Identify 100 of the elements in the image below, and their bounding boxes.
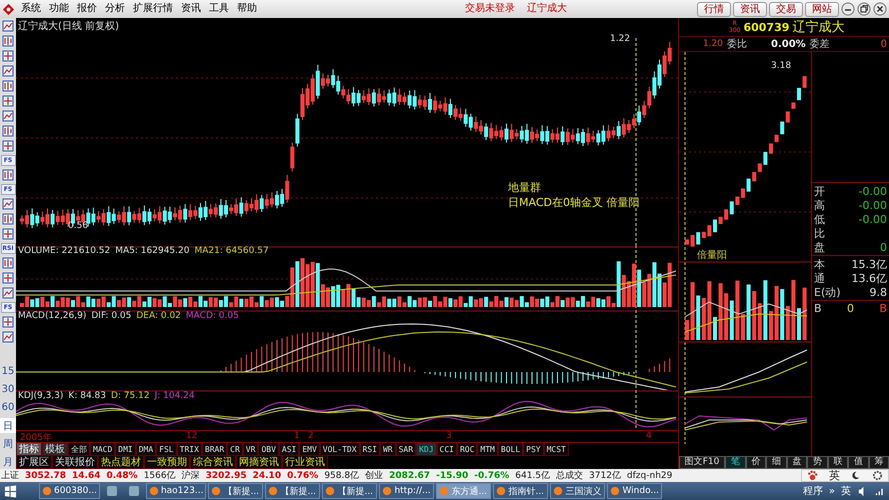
extension-tab[interactable]: 一致预期 (144, 456, 190, 469)
chart-tool-icon[interactable] (2, 228, 14, 240)
menu-item[interactable]: 报价 (77, 3, 97, 15)
detail-tab[interactable]: 细 (766, 456, 787, 469)
indicator-tab[interactable]: DMI (115, 443, 136, 456)
extension-tab[interactable]: 综合资讯 (190, 456, 236, 469)
chart-tool-icon[interactable] (2, 65, 14, 77)
chart-tool-icon[interactable] (2, 331, 14, 343)
indicator-tab[interactable]: BOLL (498, 443, 524, 456)
menu-item[interactable]: 工具 (209, 3, 229, 15)
minimize-icon[interactable] (841, 2, 855, 16)
detail-tab[interactable]: 图文F10 (679, 456, 726, 469)
extension-tab[interactable]: 网摘资讯 (236, 456, 282, 469)
tray-label[interactable]: 程序 (802, 484, 823, 498)
extension-tab[interactable]: 行业资讯 (282, 456, 328, 469)
chart-tool-icon[interactable] (2, 287, 14, 299)
start-icon[interactable] (4, 484, 17, 498)
chart-tool-icon[interactable] (2, 80, 14, 92)
chart-tool-icon[interactable] (2, 169, 14, 181)
menu-item[interactable]: 帮助 (237, 3, 257, 15)
chart-tool-icon[interactable] (2, 125, 14, 137)
taskbar-item[interactable]: 【新提... (322, 483, 378, 499)
chart-tool-icon[interactable] (2, 316, 14, 328)
taskbar-item[interactable]: 指南针... (493, 483, 548, 499)
detail-tab[interactable]: 值 (848, 456, 869, 469)
extension-tab[interactable]: 扩展区 (16, 456, 52, 469)
indicator-tab[interactable]: FSL (156, 443, 177, 456)
app-icon[interactable] (104, 484, 119, 498)
detail-tab[interactable]: 笔 (725, 456, 746, 469)
indicator-tab[interactable]: ROC (456, 443, 478, 456)
nav-button[interactable]: 行情 (697, 2, 731, 16)
indicator-tab[interactable]: BRAR (202, 443, 228, 456)
indicator-tab[interactable]: ASI (278, 443, 300, 456)
indicator-tab[interactable]: SAR (396, 443, 416, 456)
indicator-tab[interactable]: MCST (544, 443, 569, 456)
detail-tab[interactable]: 价 (746, 456, 766, 469)
indicator-tab[interactable]: VR (242, 443, 258, 456)
extension-tab[interactable]: 关联报价 (52, 456, 98, 469)
market-index-text: 创业 (365, 470, 384, 482)
chart-tool-icon[interactable] (2, 35, 14, 47)
detail-tab[interactable]: 盘 (786, 456, 808, 469)
extension-tab[interactable]: 热点题材 (98, 456, 144, 469)
market-index-text: 0.48% (106, 470, 138, 480)
input-method-bar[interactable]: 英 (801, 469, 889, 482)
tray-label[interactable]: 英 (841, 484, 851, 498)
app-icon[interactable] (126, 484, 141, 498)
indicator-tab[interactable]: KDJ (416, 443, 437, 456)
indicator-tab[interactable]: EMV (299, 443, 320, 456)
menu-item[interactable]: 资讯 (181, 3, 201, 15)
menu-item[interactable]: 扩展行情 (133, 3, 173, 15)
taskbar-item[interactable]: 【新提... (265, 483, 320, 499)
restore-icon[interactable] (857, 2, 871, 16)
indicator-tab[interactable]: MACD (90, 443, 116, 456)
quote-field-value: -0.00 (858, 212, 887, 226)
volume-label: VOLUME: 221610.52 (18, 246, 110, 256)
indicator-tab[interactable]: PSY (523, 443, 544, 456)
quote-field-label: 低 (814, 212, 825, 226)
chart-tool-icon[interactable] (2, 110, 14, 122)
taskbar-item[interactable]: 【新提... (208, 483, 264, 499)
chart-tool-icon[interactable] (2, 257, 14, 269)
indicator-tab[interactable]: OBV (258, 443, 279, 456)
detail-tab[interactable]: 联 (828, 456, 848, 469)
chart-tool-icon[interactable] (2, 272, 14, 284)
nav-button[interactable]: 交易 (769, 2, 803, 16)
chart-tool-icon[interactable] (2, 20, 14, 32)
chart-tool-icon[interactable] (2, 213, 14, 225)
indicator-tab[interactable]: MTM (477, 443, 498, 456)
menu-item[interactable]: 系统 (21, 3, 41, 15)
chart-tool-icon[interactable] (2, 50, 14, 62)
taskbar-item[interactable]: hao123... (146, 483, 206, 499)
chart-tool-icon[interactable] (2, 140, 14, 152)
indicator-tab[interactable]: 全部 (68, 443, 90, 456)
menu-item[interactable]: 功能 (49, 3, 69, 15)
taskbar-item[interactable]: 600380... (39, 483, 100, 499)
detail-tab[interactable]: 筹 (868, 456, 889, 469)
indicator-tab[interactable]: RSI (360, 443, 380, 456)
menu-item[interactable]: 分析 (105, 3, 125, 15)
taskbar-item[interactable]: Windo... (607, 483, 662, 499)
chart-tool-icon[interactable] (2, 198, 14, 210)
period-button[interactable]: 日 (0, 418, 16, 433)
indicator-tab[interactable]: DMA (136, 443, 156, 456)
indicator-tab[interactable]: WR (380, 443, 396, 456)
tray-label[interactable]: » (828, 486, 835, 496)
mode-tab[interactable]: 模板 (42, 443, 68, 456)
detail-tab[interactable]: 势 (807, 456, 828, 469)
nav-button[interactable]: 网站 (805, 2, 839, 16)
indicator-tab[interactable]: VOL-TDX (320, 443, 360, 456)
nav-button[interactable]: 资讯 (733, 2, 767, 16)
stock-code: 600739 (743, 20, 790, 34)
indicator-tab[interactable]: CR (227, 443, 243, 456)
indicator-tab[interactable]: CCI (436, 443, 457, 456)
taskbar-item[interactable]: http://... (379, 483, 434, 499)
market-index-text: 24.10 (252, 470, 282, 480)
close-icon[interactable] (873, 2, 887, 16)
mode-tab[interactable]: 指标 (16, 443, 42, 456)
chart-tool-icon[interactable] (2, 95, 14, 107)
taskbar-item[interactable]: 三国演义 (550, 483, 606, 499)
low-price-label: 0.56 (68, 221, 88, 231)
indicator-tab[interactable]: TRIX (176, 443, 202, 456)
date-axis-label: 2 (308, 431, 314, 441)
